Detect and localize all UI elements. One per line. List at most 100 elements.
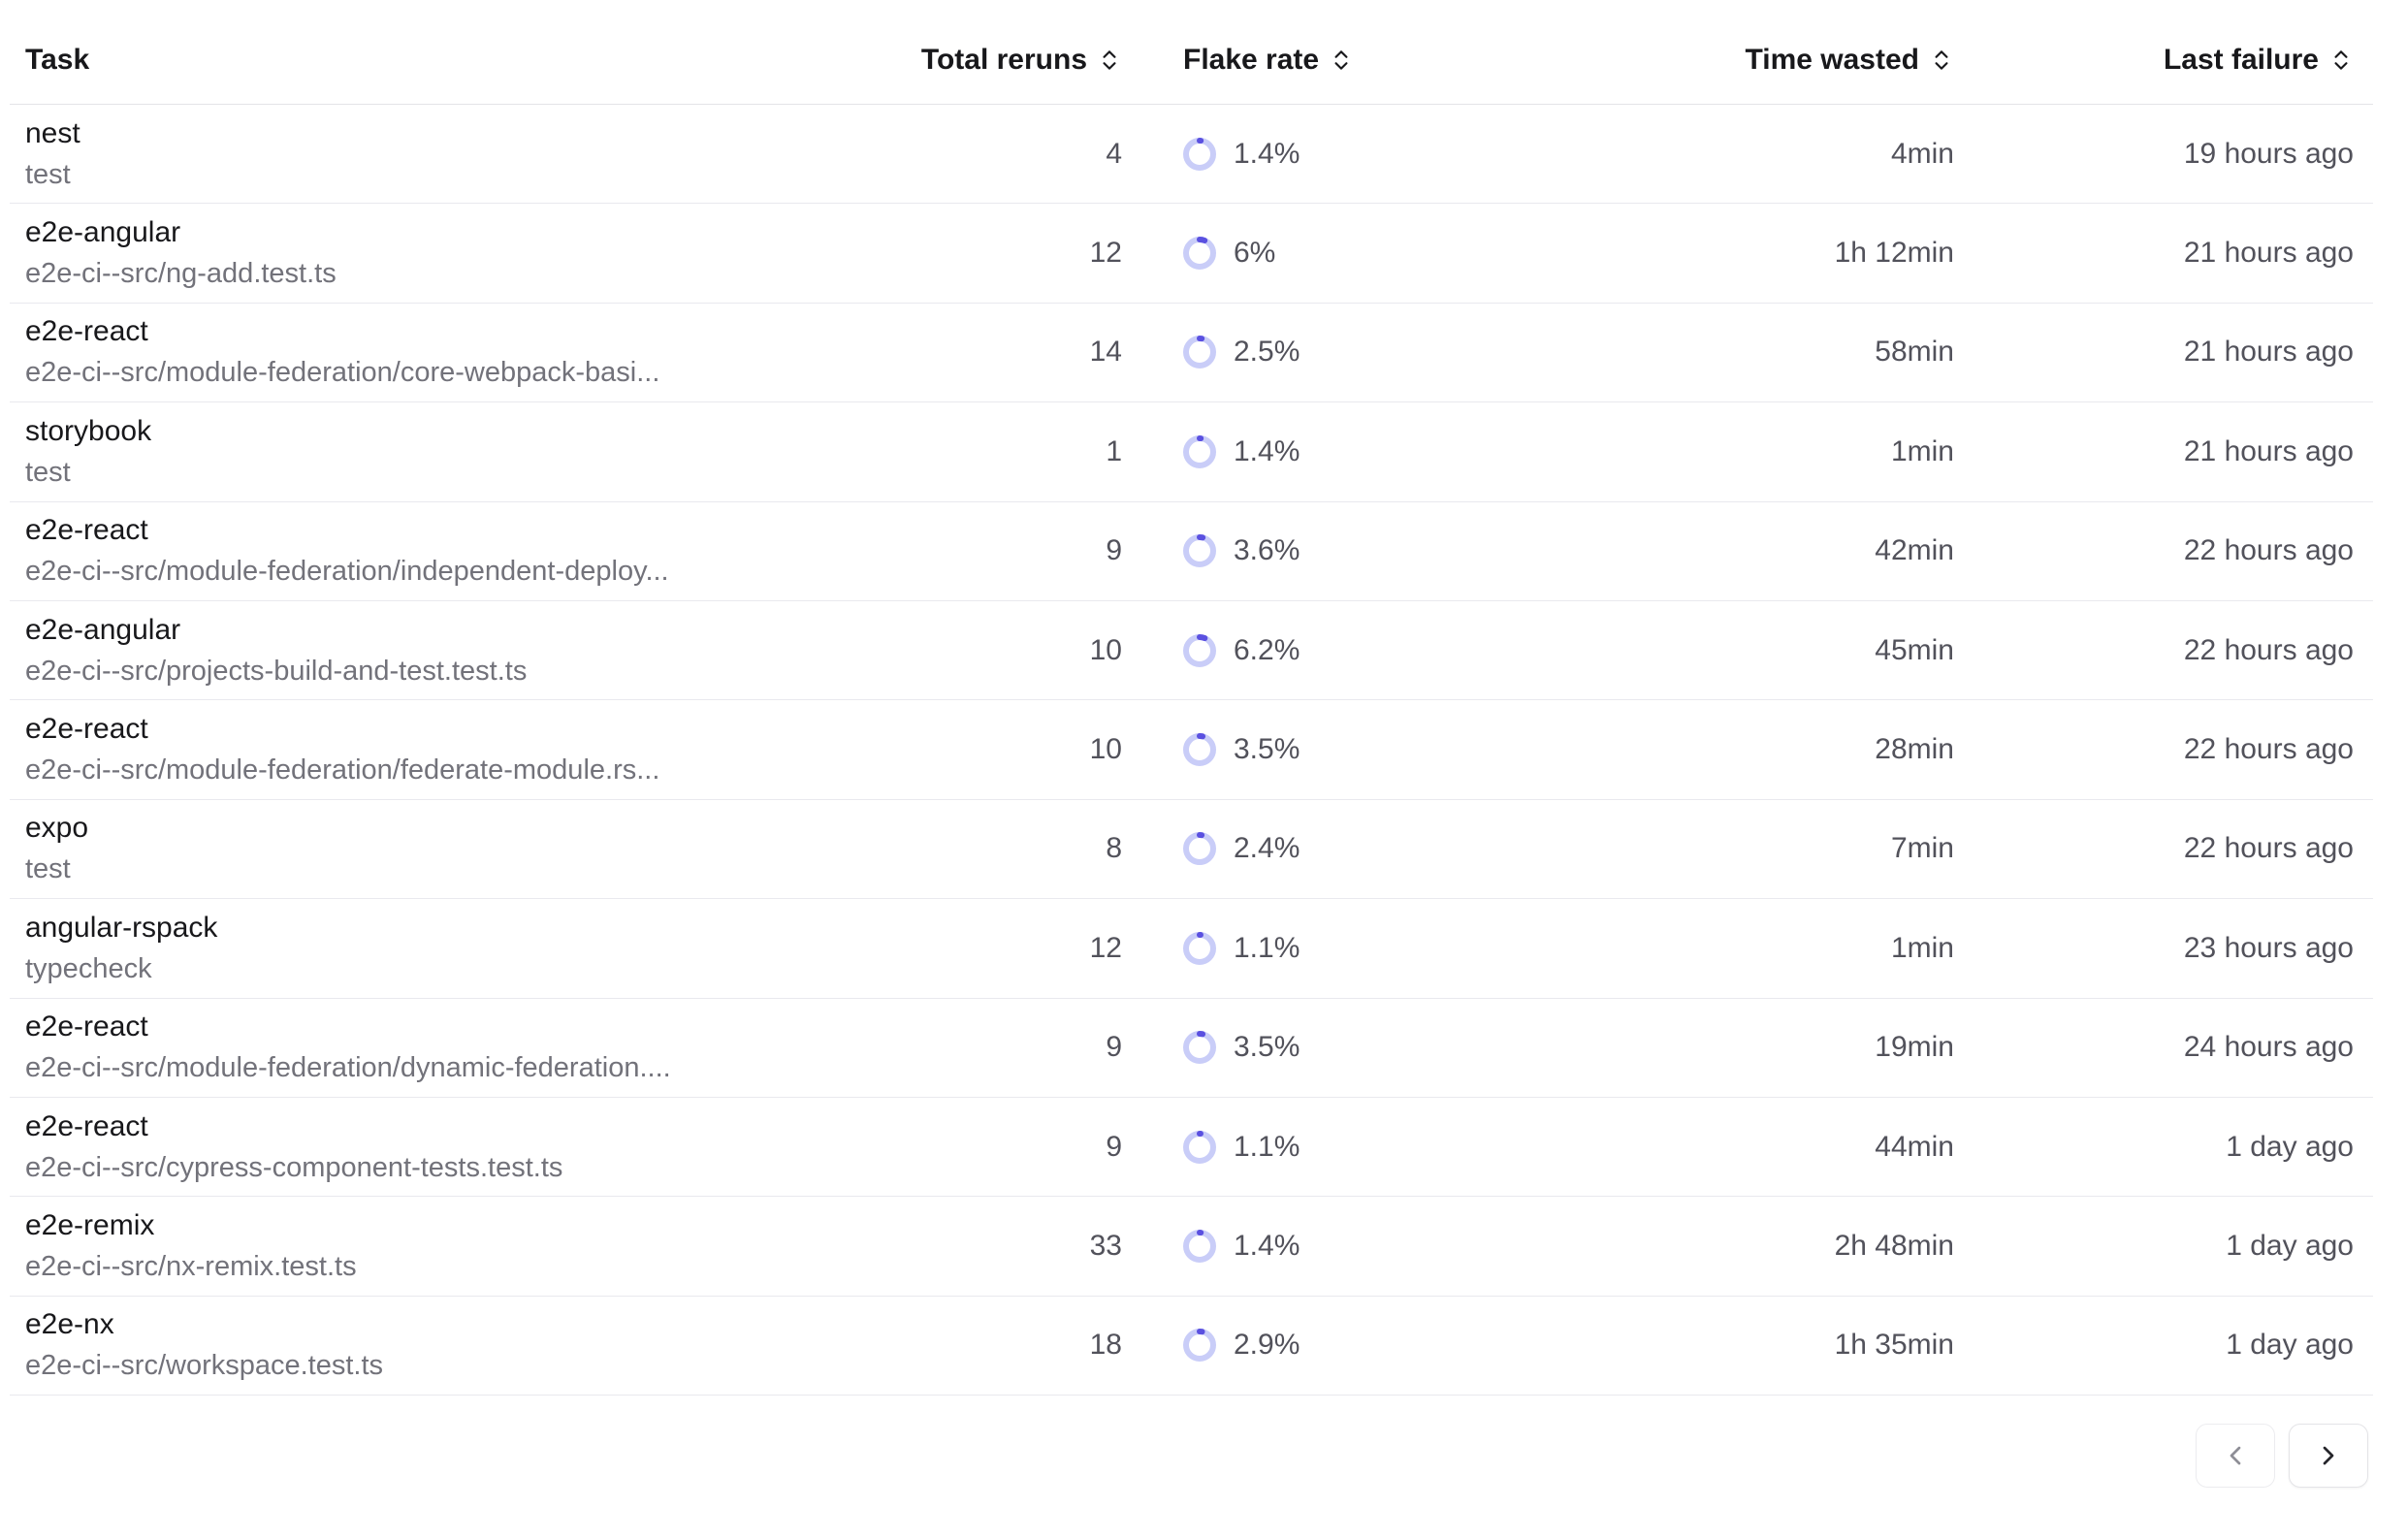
- table-row[interactable]: e2e-nx e2e-ci--src/workspace.test.ts 18 …: [10, 1297, 2373, 1396]
- task-name: storybook: [25, 415, 151, 448]
- total-reruns-cell: 10: [859, 601, 1122, 699]
- task-name: angular-rspack: [25, 912, 217, 945]
- time-wasted-value: 1h 12min: [1835, 237, 1954, 270]
- total-reruns-value: 9: [1106, 534, 1122, 567]
- task-cell: e2e-react e2e-ci--src/module-federation/…: [25, 304, 859, 401]
- task-target: e2e-ci--src/module-federation/dynamic-fe…: [25, 1052, 671, 1084]
- time-wasted-cell: 28min: [1607, 700, 1954, 798]
- table-row[interactable]: angular-rspack typecheck 12 1.1% 1min 23…: [10, 899, 2373, 998]
- flake-rate-value: 3.6%: [1234, 534, 1300, 567]
- total-reruns-value: 12: [1090, 932, 1122, 965]
- last-failure-cell: 23 hours ago: [1954, 899, 2354, 997]
- table-row[interactable]: e2e-react e2e-ci--src/cypress-component-…: [10, 1098, 2373, 1197]
- column-header-total_reruns[interactable]: Total reruns: [859, 0, 1122, 104]
- table-row[interactable]: e2e-react e2e-ci--src/module-federation/…: [10, 999, 2373, 1098]
- column-header-last_failure[interactable]: Last failure: [1954, 0, 2354, 104]
- table-row[interactable]: e2e-angular e2e-ci--src/projects-build-a…: [10, 601, 2373, 700]
- column-header-label: Total reruns: [921, 44, 1087, 77]
- time-wasted-value: 28min: [1875, 733, 1954, 766]
- table-row[interactable]: e2e-remix e2e-ci--src/nx-remix.test.ts 3…: [10, 1197, 2373, 1296]
- table-row[interactable]: e2e-react e2e-ci--src/module-federation/…: [10, 502, 2373, 601]
- last-failure-cell: 21 hours ago: [1954, 402, 2354, 500]
- task-target: e2e-ci--src/workspace.test.ts: [25, 1350, 383, 1382]
- column-header-label: Task: [25, 44, 89, 77]
- last-failure-value: 1 day ago: [2226, 1230, 2354, 1263]
- task-target: typecheck: [25, 953, 152, 985]
- task-target: test: [25, 853, 71, 885]
- last-failure-value: 23 hours ago: [2184, 932, 2354, 965]
- table-row[interactable]: storybook test 1 1.4% 1min 21 hours ago: [10, 402, 2373, 501]
- table-row[interactable]: e2e-react e2e-ci--src/module-federation/…: [10, 700, 2373, 799]
- flake-rate-donut-icon: [1183, 237, 1216, 270]
- last-failure-cell: 19 hours ago: [1954, 105, 2354, 203]
- task-target: test: [25, 457, 71, 489]
- task-target: e2e-ci--src/nx-remix.test.ts: [25, 1251, 357, 1283]
- task-name: e2e-react: [25, 315, 148, 348]
- table-row[interactable]: expo test 8 2.4% 7min 22 hours ago: [10, 800, 2373, 899]
- flake-rate-cell: 6%: [1122, 204, 1607, 302]
- total-reruns-value: 10: [1090, 733, 1122, 766]
- previous-page-button[interactable]: [2196, 1424, 2275, 1488]
- sort-icon: [1929, 48, 1954, 73]
- total-reruns-cell: 10: [859, 700, 1122, 798]
- flake-rate-donut-icon: [1183, 1031, 1216, 1064]
- total-reruns-cell: 9: [859, 999, 1122, 1097]
- total-reruns-value: 12: [1090, 237, 1122, 270]
- flake-rate-donut-icon: [1183, 435, 1216, 468]
- column-header-time_wasted[interactable]: Time wasted: [1607, 0, 1954, 104]
- total-reruns-value: 9: [1106, 1031, 1122, 1064]
- time-wasted-value: 1min: [1891, 435, 1954, 468]
- total-reruns-value: 10: [1090, 634, 1122, 667]
- total-reruns-value: 33: [1090, 1230, 1122, 1263]
- time-wasted-cell: 44min: [1607, 1098, 1954, 1196]
- task-target: e2e-ci--src/module-federation/core-webpa…: [25, 357, 659, 389]
- table-row[interactable]: e2e-react e2e-ci--src/module-federation/…: [10, 304, 2373, 402]
- time-wasted-value: 4min: [1891, 138, 1954, 171]
- last-failure-cell: 1 day ago: [1954, 1297, 2354, 1395]
- chevron-left-icon: [2220, 1440, 2251, 1471]
- task-target: e2e-ci--src/module-federation/federate-m…: [25, 754, 659, 786]
- task-cell: e2e-react e2e-ci--src/module-federation/…: [25, 999, 859, 1097]
- flake-rate-value: 1.4%: [1234, 435, 1300, 468]
- task-cell: nest test: [25, 105, 859, 203]
- task-name: e2e-react: [25, 713, 148, 746]
- table-row[interactable]: e2e-angular e2e-ci--src/ng-add.test.ts 1…: [10, 204, 2373, 303]
- last-failure-value: 1 day ago: [2226, 1131, 2354, 1164]
- flake-rate-donut-icon: [1183, 534, 1216, 567]
- total-reruns-value: 18: [1090, 1329, 1122, 1362]
- task-cell: e2e-remix e2e-ci--src/nx-remix.test.ts: [25, 1197, 859, 1295]
- flake-rate-cell: 1.4%: [1122, 402, 1607, 500]
- sort-icon: [1329, 48, 1354, 73]
- sort-icon: [2328, 48, 2354, 73]
- time-wasted-cell: 19min: [1607, 999, 1954, 1097]
- flake-rate-donut-icon: [1183, 832, 1216, 865]
- flake-rate-value: 1.1%: [1234, 932, 1300, 965]
- flake-rate-donut-icon: [1183, 932, 1216, 965]
- chevron-right-icon: [2313, 1440, 2344, 1471]
- time-wasted-value: 1min: [1891, 932, 1954, 965]
- last-failure-value: 21 hours ago: [2184, 237, 2354, 270]
- time-wasted-cell: 4min: [1607, 105, 1954, 203]
- task-target: test: [25, 159, 71, 191]
- table-body: nest test 4 1.4% 4min 19 hours ago e2e-a…: [10, 105, 2373, 1396]
- total-reruns-value: 8: [1106, 832, 1122, 865]
- time-wasted-cell: 1min: [1607, 402, 1954, 500]
- table-row[interactable]: nest test 4 1.4% 4min 19 hours ago: [10, 105, 2373, 204]
- task-cell: e2e-react e2e-ci--src/cypress-component-…: [25, 1098, 859, 1196]
- last-failure-cell: 24 hours ago: [1954, 999, 2354, 1097]
- flake-rate-value: 3.5%: [1234, 733, 1300, 766]
- flake-rate-cell: 3.6%: [1122, 502, 1607, 600]
- flake-rate-cell: 1.4%: [1122, 1197, 1607, 1295]
- last-failure-cell: 1 day ago: [1954, 1197, 2354, 1295]
- task-name: e2e-react: [25, 1110, 148, 1143]
- total-reruns-cell: 8: [859, 800, 1122, 898]
- next-page-button[interactable]: [2289, 1424, 2368, 1488]
- total-reruns-cell: 9: [859, 1098, 1122, 1196]
- flake-rate-donut-icon: [1183, 1329, 1216, 1362]
- sort-icon: [1097, 48, 1122, 73]
- total-reruns-cell: 18: [859, 1297, 1122, 1395]
- flake-rate-cell: 1.4%: [1122, 105, 1607, 203]
- column-header-label: Last failure: [2164, 44, 2319, 77]
- column-header-flake_rate[interactable]: Flake rate: [1122, 0, 1607, 104]
- flake-rate-donut-icon: [1183, 1230, 1216, 1263]
